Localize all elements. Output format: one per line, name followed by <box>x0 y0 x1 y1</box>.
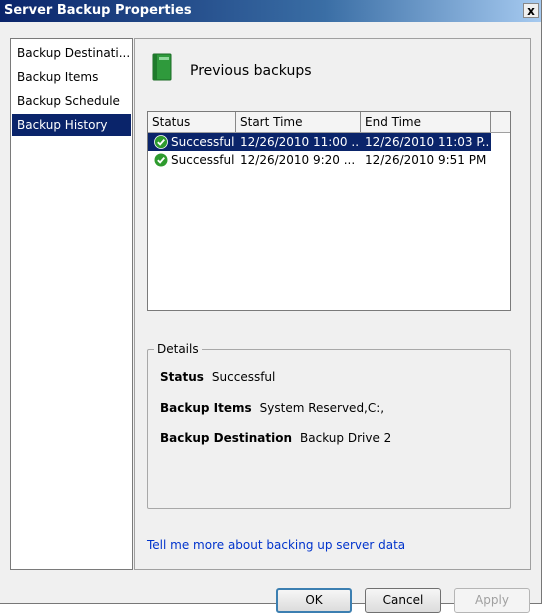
sidebar-item-backup-history[interactable]: Backup History <box>12 114 131 136</box>
details-destination-row: Backup Destination Backup Drive 2 <box>160 431 391 445</box>
sidebar-item-backup-destination[interactable]: Backup Destinati... <box>12 42 131 64</box>
row-status: Successful <box>171 153 235 167</box>
details-items-value: System Reserved,C:, <box>259 401 385 415</box>
success-check-icon <box>154 153 168 167</box>
details-status-row: Status Successful <box>160 370 275 384</box>
details-destination-value: Backup Drive 2 <box>300 431 392 445</box>
row-end-time: 12/26/2010 9:51 PM <box>365 153 487 167</box>
close-button[interactable]: x <box>523 3 539 18</box>
success-check-icon <box>154 135 168 149</box>
column-start-time[interactable]: Start Time <box>236 112 361 132</box>
row-start-time: 12/26/2010 11:00 ... <box>240 135 360 149</box>
details-status-value: Successful <box>211 370 276 384</box>
row-end-time: 12/26/2010 11:03 P... <box>365 135 489 149</box>
apply-button[interactable]: Apply <box>454 588 530 613</box>
sidebar: Backup Destinati... Backup Items Backup … <box>10 38 133 570</box>
dialog-body: Backup Destinati... Backup Items Backup … <box>0 22 541 613</box>
backup-book-icon <box>152 53 172 81</box>
details-destination-label: Backup Destination <box>160 431 293 445</box>
backup-history-list[interactable]: Status Start Time End Time Successful 12… <box>147 111 511 311</box>
details-items-row: Backup Items System Reserved,C:, <box>160 401 384 415</box>
details-legend: Details <box>154 342 202 356</box>
ok-button[interactable]: OK <box>276 588 352 613</box>
column-status[interactable]: Status <box>148 112 236 132</box>
details-status-label: Status <box>160 370 204 384</box>
column-end-time[interactable]: End Time <box>361 112 491 132</box>
title-bar[interactable]: Server Backup Properties x <box>0 0 541 22</box>
row-start-time: 12/26/2010 9:20 ... <box>240 153 356 167</box>
table-row[interactable]: Successful 12/26/2010 9:20 ... 12/26/201… <box>148 151 491 169</box>
content-panel: Previous backups Status Start Time End T… <box>134 38 531 570</box>
row-status: Successful <box>171 135 235 149</box>
details-items-label: Backup Items <box>160 401 252 415</box>
details-groupbox: Details Status Successful Backup Items Sys… <box>147 342 511 509</box>
cancel-button[interactable]: Cancel <box>365 588 441 613</box>
column-filler <box>491 112 510 132</box>
close-icon: x <box>527 3 535 18</box>
window-title: Server Backup Properties <box>4 3 192 18</box>
sidebar-item-backup-schedule[interactable]: Backup Schedule <box>12 90 131 112</box>
table-row[interactable]: Successful 12/26/2010 11:00 ... 12/26/20… <box>148 133 491 151</box>
page-title: Previous backups <box>190 63 312 79</box>
help-link[interactable]: Tell me more about backing up server dat… <box>147 538 405 552</box>
sidebar-item-backup-items[interactable]: Backup Items <box>12 66 131 88</box>
server-backup-properties-dialog: Server Backup Properties x Backup Destin… <box>0 0 542 613</box>
list-header: Status Start Time End Time <box>148 112 510 133</box>
